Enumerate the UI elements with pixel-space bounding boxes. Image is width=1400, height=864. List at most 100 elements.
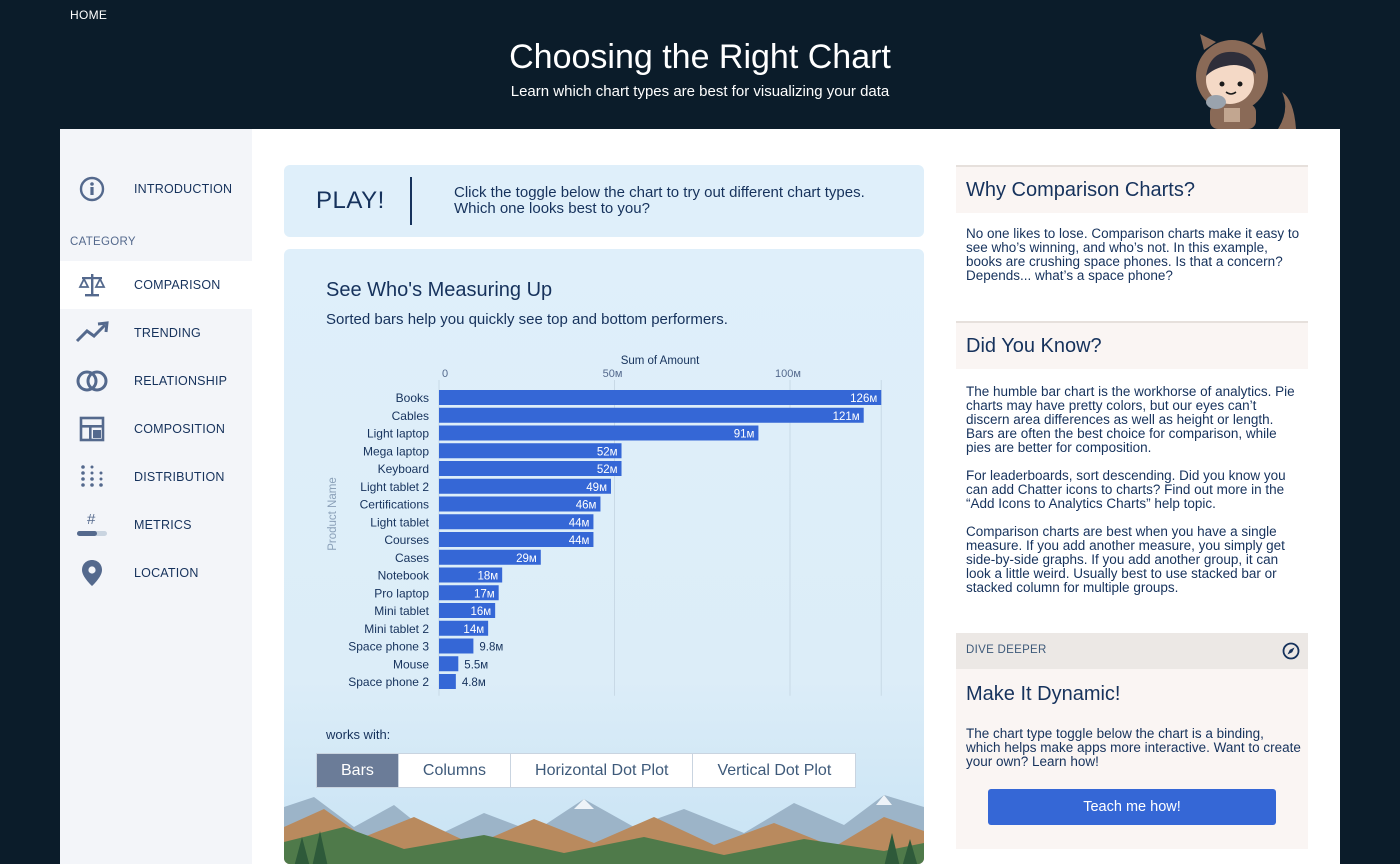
bar-value-label: 44м: [569, 517, 590, 529]
mascot-illustration: [1196, 32, 1296, 129]
play-label: PLAY!: [316, 187, 385, 214]
bar-value-label: 52м: [597, 464, 618, 476]
bar-value-label: 126м: [850, 393, 877, 405]
toggle-horizontal-dot-plot[interactable]: Horizontal Dot Plot: [511, 754, 694, 787]
y-tick-label: Cases: [395, 551, 429, 565]
svg-text:#: #: [87, 511, 96, 528]
y-tick-label: Notebook: [378, 569, 430, 583]
dive-deeper-label: DIVE DEEPER: [966, 644, 1047, 656]
sidebar-item-distribution[interactable]: DISTRIBUTION: [60, 453, 252, 501]
y-tick-label: Light laptop: [367, 427, 429, 441]
y-tick-label: Keyboard: [378, 462, 429, 476]
y-axis-title: Product Name: [327, 477, 339, 551]
dive-deeper-title: Make It Dynamic!: [966, 683, 1121, 705]
dive-deeper-header: DIVE DEEPER: [956, 633, 1308, 669]
trend-line-icon: [74, 317, 110, 349]
teach-me-button[interactable]: Teach me how!: [988, 789, 1276, 825]
play-panel: PLAY! Click the toggle below the chart t…: [284, 165, 924, 237]
bar: [439, 656, 459, 672]
dive-deeper-text: The chart type toggle below the chart is…: [966, 726, 1301, 769]
why-card-header: Why Comparison Charts?: [956, 165, 1308, 213]
y-tick-label: Mini tablet 2: [364, 622, 429, 636]
bar: [439, 390, 882, 405]
y-tick-label: Light tablet: [370, 515, 429, 529]
main-shell: INTRODUCTION CATEGORY COMPARISON TRENDIN…: [60, 129, 1340, 864]
know-paragraph: The humble bar chart is the workhorse of…: [966, 384, 1295, 455]
sidebar-item-comparison[interactable]: COMPARISON: [60, 261, 252, 309]
know-card-header: Did You Know?: [956, 321, 1308, 369]
bar-value-label: 44м: [569, 535, 590, 547]
sidebar-item-label: LOCATION: [134, 566, 199, 580]
y-tick-label: Light tablet 2: [360, 480, 429, 494]
bar: [439, 407, 864, 423]
bar-value-label: 49м: [586, 482, 607, 494]
y-tick-label: Pro laptop: [374, 586, 429, 600]
dot-grid-icon: [74, 461, 110, 493]
info-icon: [74, 173, 110, 205]
bar-value-label: 46м: [576, 500, 597, 512]
know-card-title: Did You Know?: [966, 335, 1102, 357]
dive-deeper-card: DIVE DEEPER Make It Dynamic! The chart t…: [956, 633, 1308, 849]
sidebar-item-relationship[interactable]: RELATIONSHIP: [60, 357, 252, 405]
bar-value-label: 29м: [516, 553, 537, 565]
sidebar-item-composition[interactable]: COMPOSITION: [60, 405, 252, 453]
bar: [439, 478, 611, 494]
know-card-body: The humble bar chart is the workhorse of…: [966, 385, 1302, 609]
bar: [439, 674, 456, 689]
bar-value-label: 5.5м: [464, 659, 488, 671]
bar: [439, 461, 622, 476]
bar-value-label: 91м: [734, 429, 755, 441]
bar-value-label: 4.8м: [462, 677, 486, 689]
bar-value-label: 121м: [833, 411, 860, 423]
bar: [439, 443, 622, 459]
y-tick-label: Mini tablet: [374, 604, 429, 618]
bar-chart: Sum of Amount 0 50м 100м Product Name Books 12…: [327, 355, 882, 696]
bar-value-label: 16м: [470, 606, 491, 618]
sidebar-item-label: DISTRIBUTION: [134, 470, 225, 484]
hash-metric-icon: #: [74, 509, 110, 541]
category-label: CATEGORY: [70, 236, 136, 248]
scale-icon: [74, 269, 110, 301]
map-pin-icon: [74, 557, 110, 589]
chart-title: See Who's Measuring Up: [326, 279, 553, 301]
sidebar: INTRODUCTION CATEGORY COMPARISON TRENDIN…: [60, 129, 252, 864]
know-paragraph: Comparison charts are best when you have…: [966, 524, 1285, 595]
page-header: HOME Choosing the Right Chart Learn whic…: [0, 0, 1400, 129]
y-tick-label: Mega laptop: [363, 444, 429, 458]
x-tick-label: 100м: [775, 368, 801, 380]
bar-value-label: 9.8м: [479, 642, 503, 654]
y-tick-label: Cables: [392, 409, 429, 423]
compass-icon[interactable]: [1282, 642, 1300, 660]
bar-value-label: 18м: [477, 571, 498, 583]
home-link[interactable]: HOME: [70, 8, 107, 22]
sidebar-item-location[interactable]: LOCATION: [60, 549, 252, 597]
y-tick-label: Books: [396, 391, 429, 405]
bar: [439, 638, 474, 654]
x-tick-label: 0: [442, 368, 448, 380]
y-tick-label: Certifications: [360, 498, 429, 512]
y-tick-label: Courses: [384, 533, 429, 547]
x-tick-label: 50м: [603, 368, 623, 380]
chart-panel: See Who's Measuring Up Sorted bars help …: [284, 249, 924, 864]
y-tick-label: Space phone 3: [348, 640, 429, 654]
sidebar-item-label: RELATIONSHIP: [134, 374, 228, 388]
divider: [410, 177, 412, 225]
y-tick-label: Space phone 2: [348, 675, 429, 689]
y-tick-label: Mouse: [393, 657, 429, 671]
bar: [439, 425, 759, 441]
toggle-bars[interactable]: Bars: [317, 754, 399, 787]
toggle-vertical-dot-plot[interactable]: Vertical Dot Plot: [693, 754, 856, 787]
sidebar-item-trending[interactable]: TRENDING: [60, 309, 252, 357]
bar-value-label: 14м: [463, 624, 484, 636]
sidebar-item-introduction[interactable]: INTRODUCTION: [60, 165, 252, 213]
bar-value-label: 52м: [597, 446, 618, 458]
know-paragraph: For leaderboards, sort descending. Did y…: [966, 468, 1286, 511]
sidebar-item-metrics[interactable]: # METRICS: [60, 501, 252, 549]
why-card-title: Why Comparison Charts?: [966, 179, 1195, 201]
sidebar-item-label: COMPOSITION: [134, 422, 226, 436]
overlap-circles-icon: [74, 365, 110, 397]
sidebar-item-label: COMPARISON: [134, 278, 221, 292]
toggle-columns[interactable]: Columns: [398, 754, 512, 787]
mountain-landscape-illustration: [284, 795, 924, 864]
sidebar-item-label: TRENDING: [134, 326, 201, 340]
